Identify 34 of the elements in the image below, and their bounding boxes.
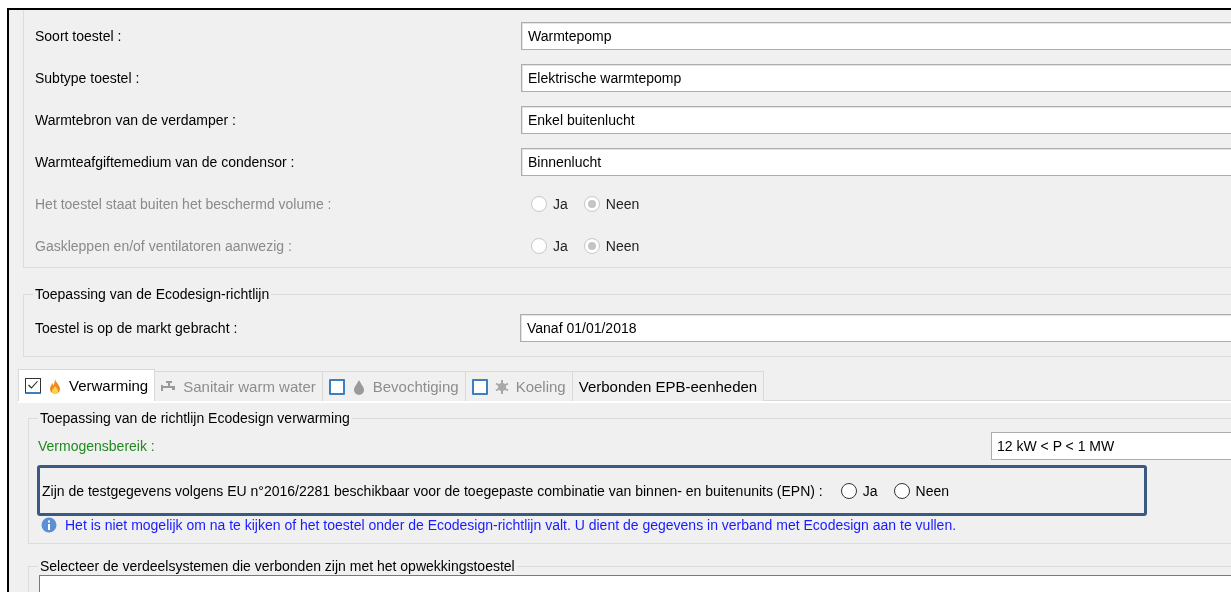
checkbox[interactable]: [25, 377, 41, 394]
group-title: Toepassing van de richtlijn Ecodesign verwarming: [38, 410, 352, 427]
select-field[interactable]: 12 kW < P < 1 MW: [991, 432, 1231, 460]
group-title: Toepassing van de Ecodesign-richtlijn: [33, 286, 272, 303]
select-field[interactable]: Binnenlucht: [521, 148, 1231, 176]
field-label: Soort toestel :: [35, 28, 123, 44]
radio-label: Neen: [605, 238, 640, 254]
select-field[interactable]: Warmtepomp: [521, 22, 1231, 50]
checkmark-icon: [27, 379, 39, 391]
field-label: Toestel is op de markt gebracht :: [35, 320, 239, 336]
snowflake-icon: [493, 378, 510, 395]
radio-label: Neen: [915, 482, 950, 499]
info-message: Het is niet mogelijk om na te kijken of het toestel onder de Ecodesign-richtlijn valt. U dient de gegevens in verband met Ecodesign aan te vullen.: [65, 517, 957, 533]
radio-label: Ja: [553, 238, 568, 254]
radio-button[interactable]: [840, 482, 857, 499]
radio-label: Neen: [605, 196, 640, 212]
field-label: Het toestel staat buiten het beschermd volume :: [35, 196, 333, 212]
flame-icon: [47, 377, 63, 394]
field-label: Vermogensbereik :: [38, 438, 156, 454]
info-icon: [41, 517, 57, 533]
field-label: Subtype toestel :: [35, 70, 141, 86]
question-label: Zijn de testgegevens volgens EU n°2016/2281 beschikbaar voor de toegepaste combinatie van binnen- en buitenunits (EPN) :: [42, 482, 823, 499]
radio-label: Ja: [553, 196, 568, 212]
tab[interactable]: Verwarming: [18, 369, 156, 401]
radio-label: Ja: [862, 482, 878, 499]
select-field[interactable]: Elektrische warmtepomp: [521, 64, 1231, 92]
field-label: Warmteafgiftemedium van de condensor :: [35, 154, 296, 170]
select-field[interactable]: Enkel buitenlucht: [521, 106, 1231, 134]
field-label: Warmtebron van de verdamper :: [35, 112, 237, 128]
field-label: Gaskleppen en/of ventilatoren aanwezig :: [35, 238, 293, 254]
tab[interactable]: Verbonden EPB-eenheden: [571, 371, 765, 401]
select-field[interactable]: Vanaf 01/01/2018: [520, 314, 1231, 342]
group-title: Selecteer de verdeelsystemen die verbonden zijn met het opwekkingstoestel: [38, 558, 517, 575]
radio-button[interactable]: [893, 482, 910, 499]
